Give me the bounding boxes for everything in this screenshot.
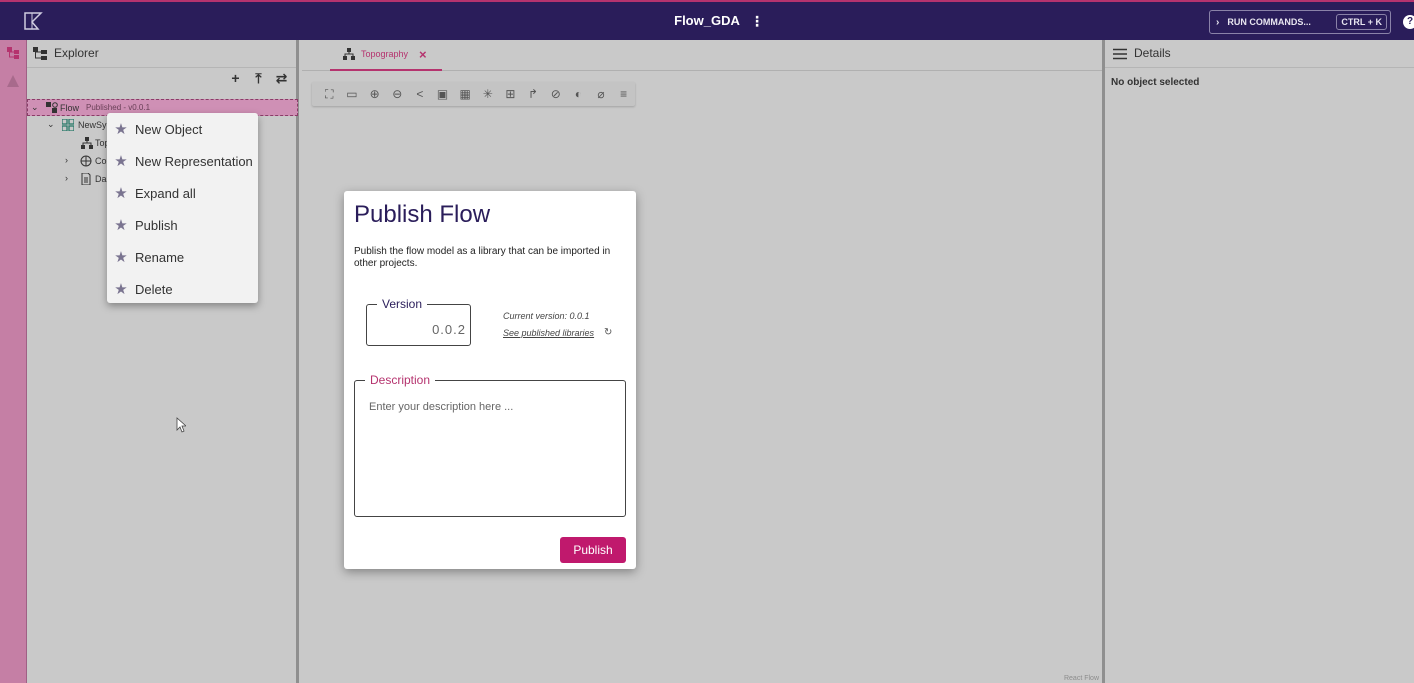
menu-item-expand-all[interactable]: ★ Expand all: [107, 177, 258, 209]
menu-item-label: Rename: [135, 249, 185, 265]
grid-icon[interactable]: ▦: [454, 85, 477, 103]
fullscreen-icon[interactable]: ▭: [341, 85, 364, 103]
details-title: Details: [1134, 46, 1171, 60]
star-icon: ★: [114, 217, 128, 234]
globe-icon: [80, 155, 92, 167]
run-commands-button[interactable]: › RUN COMMANDS... CTRL + K: [1209, 10, 1391, 34]
mouse-cursor-icon: [176, 417, 186, 433]
see-published-libraries-link[interactable]: See published libraries: [503, 328, 594, 338]
menu-item-delete[interactable]: ★ Delete: [107, 273, 258, 305]
share-icon[interactable]: <: [409, 85, 432, 103]
help-icon[interactable]: ?: [1403, 15, 1414, 29]
more-options-icon[interactable]: ⋮: [750, 12, 764, 30]
details-panel: Details No object selected: [1102, 40, 1414, 683]
chevron-right-icon[interactable]: ›: [65, 173, 75, 185]
route-icon[interactable]: ↱: [522, 85, 545, 103]
run-commands-label: RUN COMMANDS...: [1227, 17, 1311, 27]
tree-item-label: NewSy: [78, 120, 107, 130]
document-icon: [81, 173, 91, 185]
grid-icon: [62, 119, 74, 131]
location-off-icon[interactable]: ⌀: [590, 85, 613, 103]
star-icon: ★: [114, 121, 128, 138]
image-icon[interactable]: ▣: [431, 85, 454, 103]
react-flow-attribution[interactable]: React Flow: [1064, 675, 1099, 682]
dialog-description: Publish the flow model as a library that…: [354, 246, 611, 269]
flow-logo-icon[interactable]: [22, 10, 44, 32]
published-badge: Published - v0.0.1: [86, 103, 151, 112]
star-icon: ★: [114, 153, 128, 170]
menu-item-label: New Object: [135, 121, 203, 137]
close-icon[interactable]: ×: [419, 47, 427, 62]
tree-item-label: Co: [95, 156, 107, 166]
topography-icon: [343, 48, 355, 60]
chevron-down-icon[interactable]: ⌄: [31, 102, 41, 114]
zoom-in-icon[interactable]: ⊕: [363, 85, 386, 103]
zoom-out-icon[interactable]: ⊖: [386, 85, 409, 103]
refresh-icon[interactable]: ↻: [604, 327, 612, 338]
chevron-right-icon[interactable]: ›: [65, 155, 75, 167]
flow-model-icon: [46, 102, 58, 113]
sync-icon[interactable]: ⇄: [273, 70, 290, 87]
menu-item-new-object[interactable]: ★ New Object: [107, 113, 258, 145]
activity-rail: [0, 40, 27, 683]
filter-icon[interactable]: ≡: [612, 85, 635, 103]
layout-icon[interactable]: ⊞: [499, 85, 522, 103]
menu-item-label: Expand all: [135, 185, 196, 201]
star-icon: ★: [114, 281, 128, 298]
menu-icon[interactable]: [1113, 48, 1127, 60]
add-icon[interactable]: +: [227, 70, 244, 87]
tree-item-label: Da: [95, 174, 107, 184]
visibility-off-icon[interactable]: ⊘: [544, 85, 567, 103]
version-field[interactable]: Version: [366, 297, 471, 346]
menu-item-label: New Representation: [135, 153, 253, 169]
description-field[interactable]: Description: [354, 373, 626, 517]
details-header: Details: [1105, 40, 1414, 68]
explorer-tree-icon[interactable]: [6, 46, 20, 60]
menu-item-new-representation[interactable]: ★ New Representation: [107, 145, 258, 177]
version-label: Version: [377, 297, 428, 311]
contrast-icon[interactable]: ◐: [567, 85, 590, 103]
collapse-all-icon[interactable]: ⤒: [250, 70, 267, 87]
menu-item-label: Delete: [135, 281, 173, 297]
publish-button[interactable]: Publish: [560, 537, 626, 563]
chevron-down-icon[interactable]: ⌄: [47, 119, 57, 131]
canvas-toolbar: ⛶ ▭ ⊕ ⊖ < ▣ ▦ ✳ ⊞ ↱ ⊘ ◐ ⌀ ≡: [312, 82, 635, 106]
star-icon: ★: [114, 249, 128, 266]
publish-dialog: Publish Flow Publish the flow model as a…: [344, 191, 636, 569]
app-header: Flow_GDA ⋮ › RUN COMMANDS... CTRL + K ?: [0, 0, 1414, 40]
tab-label: Topography: [361, 49, 409, 59]
current-version-text: Current version: 0.0.1: [503, 311, 590, 321]
menu-item-label: Publish: [135, 217, 178, 233]
context-menu: ★ New Object ★ New Representation ★ Expa…: [107, 113, 258, 303]
warning-icon[interactable]: [6, 74, 20, 88]
chevron-right-icon: ›: [1216, 16, 1220, 28]
dialog-title: Publish Flow: [354, 201, 491, 228]
description-label: Description: [365, 373, 436, 387]
tab-topography[interactable]: Topography ×: [330, 40, 442, 71]
editor-tabbar: Topography ×: [302, 40, 1102, 71]
tree-item-label: Flow: [60, 103, 80, 113]
menu-item-rename[interactable]: ★ Rename: [107, 241, 258, 273]
explorer-header: Explorer: [27, 40, 296, 68]
menu-item-publish[interactable]: ★ Publish: [107, 209, 258, 241]
explorer-tree-icon: [33, 47, 47, 60]
snap-icon[interactable]: ✳: [476, 85, 499, 103]
fit-view-icon[interactable]: ⛶: [318, 85, 341, 103]
app-title: Flow_GDA: [674, 13, 740, 28]
description-input[interactable]: [369, 401, 614, 501]
empty-state-text: No object selected: [1111, 77, 1200, 88]
explorer-toolbar: + ⤒ ⇄: [227, 70, 290, 87]
star-icon: ★: [114, 185, 128, 202]
explorer-title: Explorer: [54, 46, 99, 60]
version-input[interactable]: [376, 322, 466, 337]
topography-icon: [81, 137, 93, 149]
keyboard-shortcut: CTRL + K: [1336, 14, 1387, 30]
